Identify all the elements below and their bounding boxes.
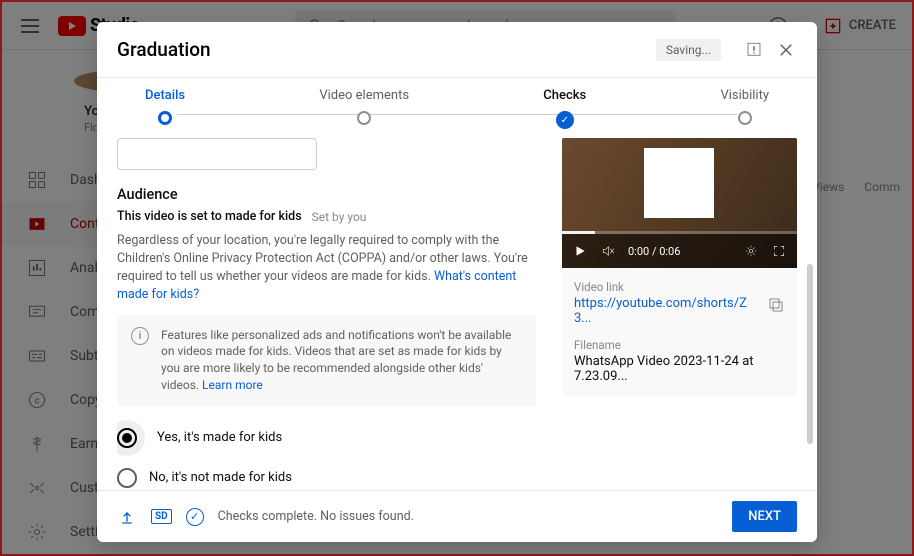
stepper: Details Video elements Checks ✓ Visibili… (97, 78, 817, 134)
video-details-dialog: Graduation Saving... Details Video eleme… (97, 22, 817, 542)
step-checks[interactable]: Checks ✓ (543, 88, 586, 129)
learn-more-link[interactable]: Learn more (202, 378, 263, 392)
footer-status: Checks complete. No issues found. (218, 509, 414, 524)
video-preview-card: 0:00 / 0:06 Video link https://youtube.c… (562, 138, 797, 396)
video-time: 0:00 / 0:06 (628, 245, 680, 258)
radio-made-for-kids-no[interactable]: No, it's not made for kids (117, 468, 536, 488)
info-icon: i (131, 327, 149, 345)
kids-info-box: i Features like personalized ads and not… (117, 315, 536, 406)
dialog-title: Graduation (117, 38, 656, 61)
coppa-description: Regardless of your location, you're lega… (117, 232, 536, 305)
video-link[interactable]: https://youtube.com/shorts/Z3... (574, 296, 759, 326)
audience-heading: Audience (117, 186, 536, 203)
video-link-label: Video link (574, 280, 785, 294)
play-icon[interactable] (572, 243, 588, 259)
upload-icon[interactable] (117, 507, 137, 527)
filename-label: Filename (574, 338, 785, 352)
radio-made-for-kids-yes[interactable]: Yes, it's made for kids (117, 420, 536, 456)
copy-icon[interactable] (767, 296, 785, 314)
kids-status: This video is set to made for kids (117, 209, 302, 224)
scrollbar[interactable] (807, 264, 813, 444)
check-complete-icon: ✓ (186, 508, 204, 526)
feedback-icon[interactable] (743, 39, 765, 61)
next-button[interactable]: NEXT (732, 501, 797, 532)
sd-badge: SD (151, 509, 172, 524)
filename-value: WhatsApp Video 2023-11-24 at 7.23.09... (574, 354, 785, 384)
settings-gear-icon[interactable] (743, 243, 759, 259)
video-thumbnail[interactable]: 0:00 / 0:06 (562, 138, 797, 268)
volume-icon[interactable] (600, 243, 616, 259)
step-details[interactable]: Details (145, 88, 185, 125)
fullscreen-icon[interactable] (771, 243, 787, 259)
step-video-elements[interactable]: Video elements (319, 88, 409, 125)
step-visibility[interactable]: Visibility (720, 88, 769, 125)
collapsed-field[interactable] (117, 138, 317, 170)
close-icon[interactable] (775, 39, 797, 61)
kids-set-by: Set by you (312, 210, 367, 224)
saving-indicator: Saving... (656, 39, 721, 61)
